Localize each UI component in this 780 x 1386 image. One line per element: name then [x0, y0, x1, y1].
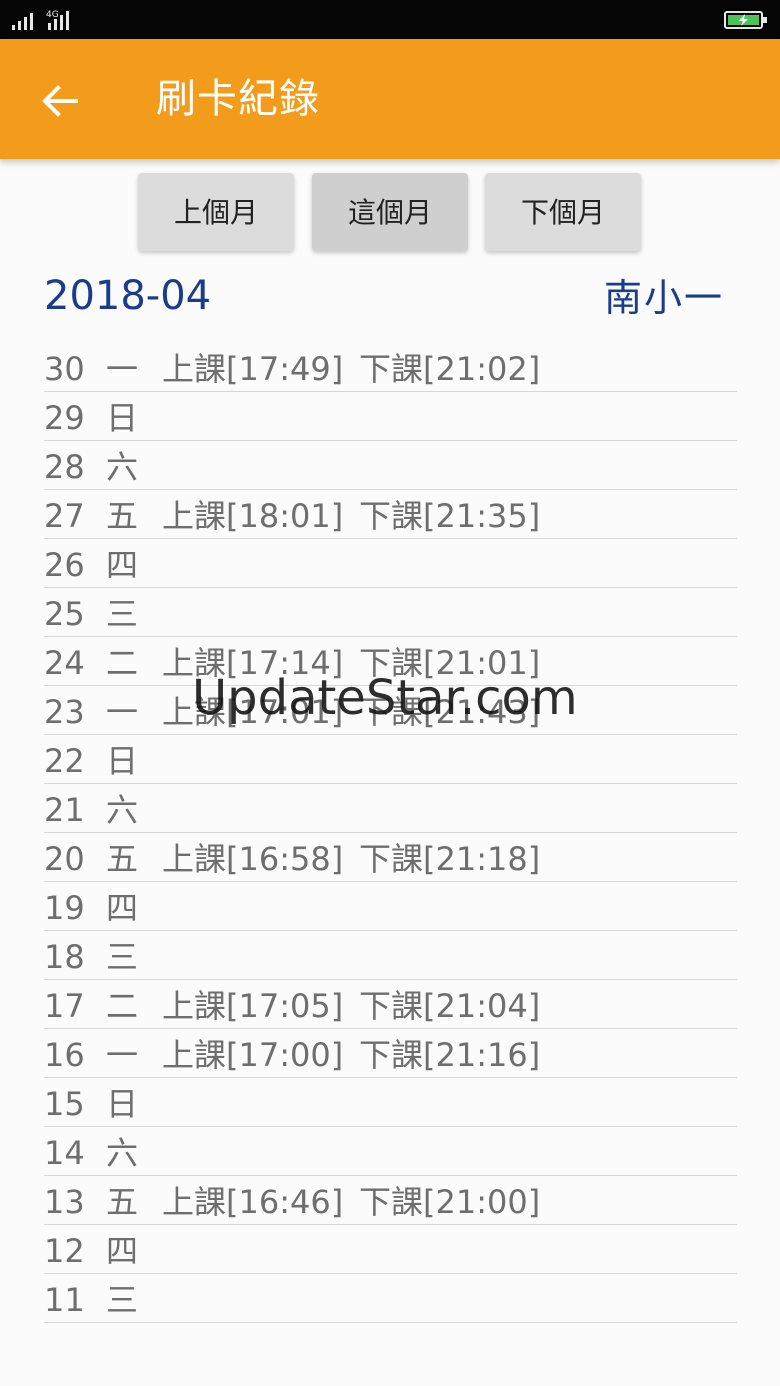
- record-day: 15: [44, 1085, 85, 1123]
- record-day: 16: [44, 1036, 85, 1074]
- record-day: 19: [44, 889, 85, 927]
- record-day: 18: [44, 938, 85, 976]
- record-day: 28: [44, 448, 85, 486]
- record-check-in: 上課[17:00]: [162, 1036, 344, 1074]
- record-check-in: 上課[16:46]: [162, 1183, 344, 1221]
- record-day: 22: [44, 742, 85, 780]
- record-row: 20 五上課[16:58] 下課[21:18]: [44, 833, 737, 882]
- record-day: 24: [44, 644, 85, 682]
- record-day: 13: [44, 1183, 85, 1221]
- record-row: 28 六: [44, 441, 737, 490]
- record-weekday: 三: [106, 595, 139, 633]
- record-check-in: 上課[17:14]: [162, 644, 344, 682]
- prev-month-button[interactable]: 上個月: [138, 173, 294, 251]
- record-weekday: 三: [106, 938, 139, 976]
- record-check-out: 下課[21:00]: [359, 1183, 541, 1221]
- record-row: 23 一上課[17:01] 下課[21:43]: [44, 686, 737, 735]
- record-weekday: 四: [106, 889, 139, 927]
- record-row: 19 四: [44, 882, 737, 931]
- record-weekday: 日: [106, 399, 139, 437]
- record-day: 30: [44, 350, 85, 388]
- record-weekday: 二: [106, 644, 139, 682]
- student-name: 南小一: [603, 276, 724, 320]
- record-row: 24 二上課[17:14] 下課[21:01]: [44, 637, 737, 686]
- record-weekday: 三: [106, 1281, 139, 1319]
- record-check-out: 下課[21:16]: [359, 1036, 541, 1074]
- record-weekday: 四: [106, 1232, 139, 1270]
- record-check-in: 上課[17:01]: [162, 693, 344, 731]
- battery-charging-icon: [724, 11, 767, 29]
- current-month-label: 2018-04: [44, 273, 212, 319]
- page-title: 刷卡紀錄: [156, 76, 320, 122]
- record-weekday: 五: [106, 497, 139, 535]
- record-check-out: 下課[21:02]: [359, 350, 541, 388]
- record-weekday: 一: [106, 1036, 139, 1074]
- record-row: 18 三: [44, 931, 737, 980]
- record-weekday: 六: [106, 791, 139, 829]
- record-check-out: 下課[21:04]: [359, 987, 541, 1025]
- record-day: 29: [44, 399, 85, 437]
- record-weekday: 五: [106, 840, 139, 878]
- record-day: 26: [44, 546, 85, 584]
- record-day: 27: [44, 497, 85, 535]
- attendance-record-list[interactable]: 30 一上課[17:49] 下課[21:02] 29 日 28 六 27 五上課[18:0…: [44, 343, 737, 1323]
- record-row: 26 四: [44, 539, 737, 588]
- record-day: 23: [44, 693, 85, 731]
- app-bar: 刷卡紀錄: [0, 39, 780, 159]
- record-day: 12: [44, 1232, 85, 1270]
- this-month-button[interactable]: 這個月: [312, 173, 468, 251]
- next-month-button[interactable]: 下個月: [485, 173, 641, 251]
- record-day: 25: [44, 595, 85, 633]
- record-row: 12 四: [44, 1225, 737, 1274]
- record-weekday: 六: [106, 448, 139, 486]
- record-check-in: 上課[17:49]: [162, 350, 344, 388]
- record-weekday: 一: [106, 693, 139, 731]
- record-weekday: 五: [106, 1183, 139, 1221]
- record-check-out: 下課[21:43]: [359, 693, 541, 731]
- record-row: 11 三: [44, 1274, 737, 1323]
- record-check-in: 上課[17:05]: [162, 987, 344, 1025]
- record-day: 14: [44, 1134, 85, 1172]
- record-weekday: 日: [106, 1085, 139, 1123]
- record-row: 16 一上課[17:00] 下課[21:16]: [44, 1029, 737, 1078]
- record-check-in: 上課[18:01]: [162, 497, 344, 535]
- record-row: 30 一上課[17:49] 下課[21:02]: [44, 343, 737, 392]
- record-row: 22 日: [44, 735, 737, 784]
- record-row: 27 五上課[18:01] 下課[21:35]: [44, 490, 737, 539]
- record-row: 17 二上課[17:05] 下課[21:04]: [44, 980, 737, 1029]
- record-row: 13 五上課[16:46] 下課[21:00]: [44, 1176, 737, 1225]
- record-row: 15 日: [44, 1078, 737, 1127]
- record-check-out: 下課[21:18]: [359, 840, 541, 878]
- record-row: 14 六: [44, 1127, 737, 1176]
- record-day: 11: [44, 1281, 85, 1319]
- status-bar: 4G: [0, 0, 780, 39]
- record-row: 25 三: [44, 588, 737, 637]
- record-day: 17: [44, 987, 85, 1025]
- record-check-out: 下課[21:01]: [359, 644, 541, 682]
- record-weekday: 六: [106, 1134, 139, 1172]
- record-day: 21: [44, 791, 85, 829]
- record-weekday: 二: [106, 987, 139, 1025]
- record-weekday: 日: [106, 742, 139, 780]
- record-day: 20: [44, 840, 85, 878]
- network-type-label: 4G: [46, 10, 59, 20]
- record-weekday: 四: [106, 546, 139, 584]
- signal-bars-icon: 4G: [12, 10, 69, 30]
- record-check-in: 上課[16:58]: [162, 840, 344, 878]
- record-weekday: 一: [106, 350, 139, 388]
- record-row: 29 日: [44, 392, 737, 441]
- arrow-left-icon[interactable]: [40, 81, 80, 121]
- record-check-out: 下課[21:35]: [359, 497, 541, 535]
- record-row: 21 六: [44, 784, 737, 833]
